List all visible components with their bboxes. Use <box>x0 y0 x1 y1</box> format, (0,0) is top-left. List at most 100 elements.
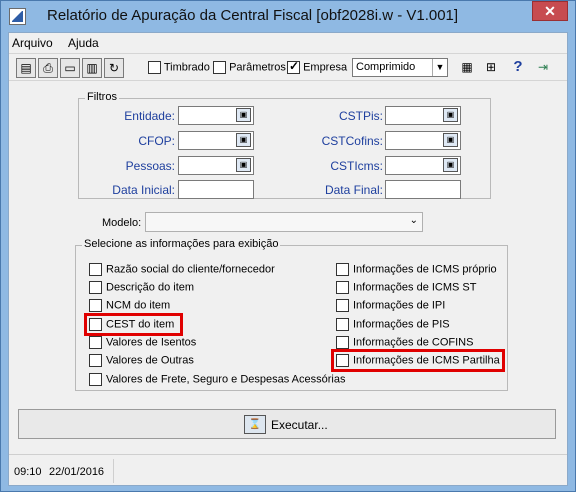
cfop-field[interactable]: ▣ <box>178 131 254 150</box>
lookup-icon[interactable]: ▣ <box>443 133 458 147</box>
option-label: Descrição do item <box>106 281 195 294</box>
option-label: Informações de ICMS próprio <box>353 263 497 276</box>
option-ncm-item[interactable]: NCM do item <box>89 299 170 312</box>
data-inicial-label: Data Inicial: <box>112 183 175 197</box>
menu-bar: Arquivo Ajuda <box>9 33 567 53</box>
checkbox[interactable] <box>89 263 102 276</box>
execute-label: Executar... <box>271 418 328 432</box>
data-inicial-field[interactable] <box>178 180 254 199</box>
lookup-icon[interactable]: ▣ <box>443 158 458 172</box>
option-label: NCM do item <box>106 299 171 312</box>
filtros-title: Filtros <box>85 91 119 103</box>
status-time: 09:10 <box>14 466 42 478</box>
option-ipi[interactable]: Informações de IPI <box>336 299 445 312</box>
highlight-box-icms-partilha <box>331 349 505 372</box>
empresa-label: Empresa <box>303 61 348 74</box>
timbrado-label: Timbrado <box>163 61 210 74</box>
checkbox[interactable] <box>89 373 102 386</box>
cstpis-label: CSTPis: <box>338 109 383 123</box>
calculator-icon[interactable]: ▦ <box>457 58 477 78</box>
chevron-down-icon: ▼ <box>432 59 447 76</box>
option-label: Informações de ICMS ST <box>353 281 477 294</box>
status-date: 22/01/2016 <box>49 466 105 478</box>
checkbox[interactable] <box>89 336 102 349</box>
chevron-down-icon: ⌄ <box>409 215 418 226</box>
print-mode-select[interactable]: Comprimido ▼ <box>352 58 448 77</box>
menu-ajuda[interactable]: Ajuda <box>68 36 99 50</box>
client-area: Arquivo Ajuda ▤ ⎙ ▭ ▥ ↻ Timbrado Parâmet… <box>8 32 568 486</box>
open-folder-icon[interactable]: ▭ <box>60 58 80 78</box>
empresa-option[interactable]: Empresa <box>287 59 348 74</box>
highlight-box-cest <box>84 313 183 336</box>
status-bar: 09:10 22/01/2016 <box>9 454 567 486</box>
cstpis-field[interactable]: ▣ <box>385 106 461 125</box>
pessoas-field[interactable]: ▣ <box>178 156 254 175</box>
save-folder-icon[interactable]: ▥ <box>82 58 102 78</box>
print-mode-value: Comprimido <box>356 61 416 73</box>
parametros-checkbox[interactable] <box>213 61 226 74</box>
pessoas-label: Pessoas: <box>125 159 175 173</box>
option-label: Valores de Isentos <box>106 336 197 349</box>
empresa-checkbox[interactable] <box>287 59 300 74</box>
option-icms-proprio[interactable]: Informações de ICMS próprio <box>336 263 497 276</box>
option-descricao-item[interactable]: Descrição do item <box>89 281 194 294</box>
timbrado-option[interactable]: Timbrado <box>148 61 210 74</box>
query-icon[interactable]: ⊞ <box>481 58 501 78</box>
entidade-label: Entidade: <box>124 109 175 123</box>
title-bar: Relatório de Apuração da Central Fiscal … <box>1 1 575 32</box>
option-label: Informações de PIS <box>353 318 450 331</box>
filtros-group: Filtros Entidade: ▣ CFOP: ▣ Pessoas: ▣ D… <box>78 91 491 199</box>
option-valores-frete[interactable]: Valores de Frete, Seguro e Despesas Aces… <box>89 373 345 386</box>
modelo-label: Modelo: <box>102 217 142 229</box>
parametros-label: Parâmetros <box>229 61 286 74</box>
cstcofins-field[interactable]: ▣ <box>385 131 461 150</box>
application-window: Relatório de Apuração da Central Fiscal … <box>0 0 576 492</box>
window-title: Relatório de Apuração da Central Fiscal … <box>47 7 459 24</box>
status-divider <box>113 459 114 483</box>
parametros-option[interactable]: Parâmetros <box>213 61 286 74</box>
lookup-icon[interactable]: ▣ <box>236 133 251 147</box>
checkbox[interactable] <box>89 299 102 312</box>
option-label: Valores de Outras <box>106 354 194 367</box>
modelo-select[interactable]: ⌄ <box>145 212 423 232</box>
option-label: Valores de Frete, Seguro e Despesas Aces… <box>106 373 346 386</box>
hourglass-icon: ⌛ <box>244 415 266 434</box>
option-label: Informações de COFINS <box>353 336 474 349</box>
exit-icon[interactable]: ⇥ <box>533 58 553 78</box>
close-button[interactable]: ✕ <box>532 1 568 21</box>
new-document-icon[interactable]: ▤ <box>16 58 36 78</box>
csticms-label: CSTIcms: <box>330 159 383 173</box>
checkbox[interactable] <box>89 354 102 367</box>
option-valores-isentos[interactable]: Valores de Isentos <box>89 336 196 349</box>
menu-arquivo[interactable]: Arquivo <box>12 36 53 50</box>
refresh-icon[interactable]: ↻ <box>104 58 124 78</box>
checkbox[interactable] <box>336 299 349 312</box>
option-label: Informações de IPI <box>353 299 446 312</box>
option-label: Razão social do cliente/fornecedor <box>106 263 275 276</box>
csticms-field[interactable]: ▣ <box>385 156 461 175</box>
lookup-icon[interactable]: ▣ <box>236 108 251 122</box>
checkbox[interactable] <box>336 281 349 294</box>
printer-icon[interactable]: ⎙ <box>38 58 58 78</box>
option-valores-outras[interactable]: Valores de Outras <box>89 354 194 367</box>
data-final-label: Data Final: <box>324 183 383 197</box>
checkbox[interactable] <box>336 336 349 349</box>
data-final-field[interactable] <box>385 180 461 199</box>
checkbox[interactable] <box>336 263 349 276</box>
execute-button[interactable]: ⌛ Executar... <box>18 409 556 439</box>
cstcofins-label: CSTCofins: <box>321 134 383 148</box>
entidade-field[interactable]: ▣ <box>178 106 254 125</box>
option-icms-st[interactable]: Informações de ICMS ST <box>336 281 477 294</box>
option-pis[interactable]: Informações de PIS <box>336 318 450 331</box>
lookup-icon[interactable]: ▣ <box>443 108 458 122</box>
option-cofins[interactable]: Informações de COFINS <box>336 336 473 349</box>
checkbox[interactable] <box>89 281 102 294</box>
exibicao-title: Selecione as informações para exibição <box>82 238 281 250</box>
checkbox[interactable] <box>336 318 349 331</box>
timbrado-checkbox[interactable] <box>148 61 161 74</box>
lookup-icon[interactable]: ▣ <box>236 158 251 172</box>
app-icon <box>9 8 26 25</box>
cfop-label: CFOP: <box>138 134 175 148</box>
help-icon[interactable]: ? <box>508 58 528 78</box>
option-razao-social[interactable]: Razão social do cliente/fornecedor <box>89 263 275 276</box>
